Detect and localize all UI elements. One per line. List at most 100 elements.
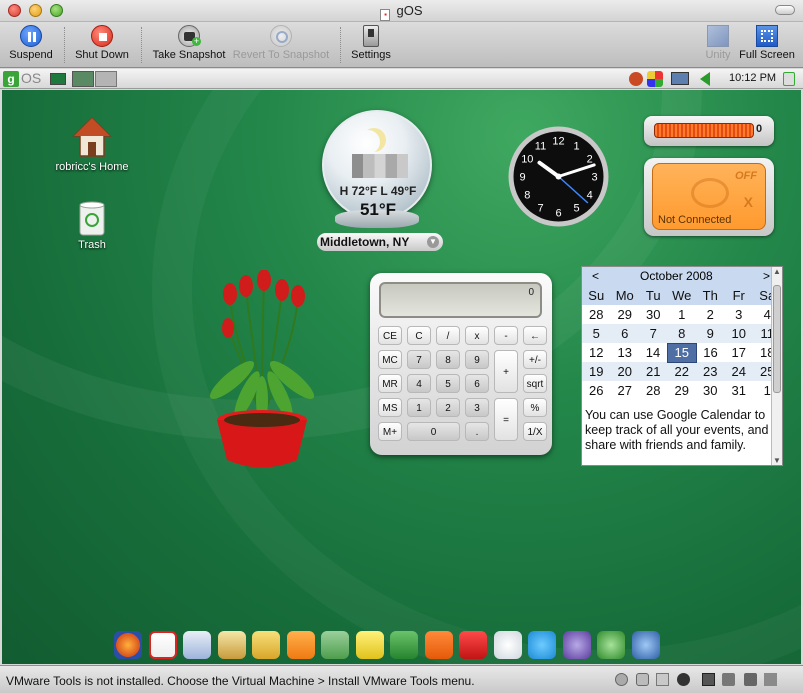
calc-key[interactable]: . [465, 422, 489, 441]
calendar-day[interactable]: 21 [639, 362, 668, 381]
show-desktop-icon[interactable] [50, 73, 66, 85]
calc-key[interactable]: 7 [407, 350, 431, 369]
panel-clock[interactable]: 10:12 PM [729, 72, 776, 84]
calendar-day[interactable]: 7 [639, 324, 668, 343]
calendar-day[interactable]: 12 [582, 343, 611, 362]
calendar-day[interactable]: 26 [582, 381, 611, 400]
wifi-widget[interactable]: OFF X Not Connected [644, 158, 774, 236]
printer-icon[interactable] [764, 673, 777, 686]
calc-key[interactable]: MR [378, 374, 402, 393]
calc-key[interactable]: 8 [436, 350, 460, 369]
calculator-widget[interactable]: 0 CE C / x - ← MC 7 8 9 + +/- MR 4 5 6 sqrt MS 1 2 3 =% M+ 0. 1/… [370, 273, 552, 455]
calendar-day[interactable]: 29 [668, 381, 697, 400]
openoffice-impress-icon[interactable] [631, 631, 660, 659]
chat-icon[interactable] [493, 631, 522, 659]
toolbar-toggle-button[interactable] [775, 5, 795, 15]
settings-button[interactable]: Settings [347, 24, 395, 66]
calc-key[interactable]: CE [378, 326, 402, 345]
trash-desktop-icon[interactable]: Trash [62, 200, 122, 251]
calc-key[interactable]: - [494, 326, 518, 345]
trash-panel-icon[interactable] [783, 72, 795, 86]
calc-key[interactable]: + [494, 350, 518, 393]
calendar-day[interactable]: 29 [611, 305, 640, 324]
calc-key[interactable]: +/- [523, 350, 547, 369]
calendar-day[interactable]: 17 [725, 343, 754, 362]
calendar-day[interactable]: 9 [696, 324, 725, 343]
home-folder-icon[interactable]: robricc's Home [44, 116, 140, 173]
calendar-day[interactable]: 24 [724, 362, 753, 381]
skype-icon[interactable] [528, 631, 556, 659]
calc-key[interactable]: MC [378, 350, 402, 369]
calendar-day[interactable]: 20 [610, 362, 639, 381]
tray-app-icon[interactable] [647, 71, 663, 87]
network-icon[interactable] [671, 72, 689, 85]
volume-icon[interactable] [700, 72, 710, 86]
firefox-icon[interactable] [114, 631, 142, 659]
scroll-up-arrow[interactable]: ▲ [773, 267, 781, 276]
calc-key[interactable]: 5 [436, 374, 460, 393]
system-meter-widget[interactable]: 0 [644, 116, 774, 146]
calendar-scrollbar[interactable]: ▲ ▼ [771, 267, 782, 465]
calc-key[interactable]: 9 [465, 350, 489, 369]
openoffice-writer-icon[interactable] [562, 631, 591, 659]
calendar-day[interactable]: 28 [582, 305, 611, 324]
scroll-thumb[interactable] [773, 285, 781, 393]
workspace-2[interactable] [95, 71, 117, 87]
take-snapshot-button[interactable]: + Take Snapshot [150, 24, 228, 66]
calc-key[interactable]: = [494, 398, 518, 441]
blogger-icon[interactable] [424, 631, 453, 659]
calc-key[interactable]: 4 [407, 374, 431, 393]
calc-key[interactable]: x [465, 326, 489, 345]
calc-key[interactable]: 1 [407, 398, 431, 417]
calendar-day[interactable]: 5 [582, 324, 611, 343]
calendar-next-button[interactable]: > [763, 269, 770, 283]
calendar-day[interactable]: 22 [667, 362, 696, 381]
network-adapter-icon[interactable] [702, 673, 715, 686]
analog-clock-widget[interactable]: 12 12 3 45678 9 1011 [507, 125, 610, 228]
calendar-day[interactable]: 14 [639, 343, 668, 362]
calendar-day[interactable]: 16 [696, 343, 725, 362]
calendar-widget[interactable]: < October 2008 > Su Mo Tu We Th Fr Sa 28 29 30 1 2 3… [581, 266, 783, 466]
calc-key[interactable]: / [436, 326, 460, 345]
calendar-day[interactable]: 30 [639, 305, 668, 324]
calendar-prev-button[interactable]: < [592, 269, 599, 283]
calendar-day[interactable]: 1 [668, 305, 697, 324]
camera-icon[interactable] [636, 673, 649, 686]
calc-key[interactable]: sqrt [523, 374, 547, 393]
rss-icon[interactable] [286, 631, 315, 659]
sound-icon[interactable] [722, 673, 735, 686]
calendar-day[interactable]: 8 [667, 324, 696, 343]
gmail-icon[interactable] [148, 631, 177, 659]
tasks-icon[interactable] [217, 631, 246, 659]
weather-location-selector[interactable]: Middletown, NY ▼ [317, 233, 443, 251]
calc-key[interactable]: 1/X [523, 422, 547, 441]
calc-key[interactable]: 0 [407, 422, 460, 441]
calendar-day[interactable]: 3 [725, 305, 754, 324]
revert-snapshot-button[interactable]: Revert To Snapshot [232, 24, 330, 66]
cd-drive-icon[interactable] [615, 673, 628, 686]
fullscreen-button[interactable]: Full Screen [738, 24, 796, 66]
hard-disk-icon[interactable] [677, 673, 690, 686]
calendar-day[interactable]: 2 [696, 305, 725, 324]
update-icon[interactable] [629, 72, 643, 86]
suspend-button[interactable]: Suspend [6, 24, 56, 66]
calc-key[interactable]: % [523, 398, 547, 417]
calc-key[interactable]: MS [378, 398, 402, 417]
calendar-day[interactable]: 27 [611, 381, 640, 400]
scroll-down-arrow[interactable]: ▼ [773, 456, 781, 465]
desktop[interactable]: robricc's Home Trash H 72°F L 49°F 51°F … [2, 90, 801, 664]
calc-key[interactable]: 2 [436, 398, 460, 417]
calc-key[interactable]: C [407, 326, 431, 345]
calc-key[interactable]: 3 [465, 398, 489, 417]
calendar-day[interactable]: 19 [582, 362, 611, 381]
calendar-icon[interactable] [183, 631, 211, 659]
workspace-1[interactable] [72, 71, 94, 87]
calendar-day[interactable]: 6 [610, 324, 639, 343]
unity-button[interactable]: Unity [701, 24, 735, 66]
shutdown-button[interactable]: Shut Down [72, 24, 132, 66]
gos-menu-button[interactable]: g [3, 71, 19, 87]
calendar-day[interactable]: 28 [639, 381, 668, 400]
calc-key[interactable]: ← [523, 326, 547, 345]
documents-icon[interactable] [321, 631, 349, 659]
usb-icon[interactable] [656, 673, 669, 686]
